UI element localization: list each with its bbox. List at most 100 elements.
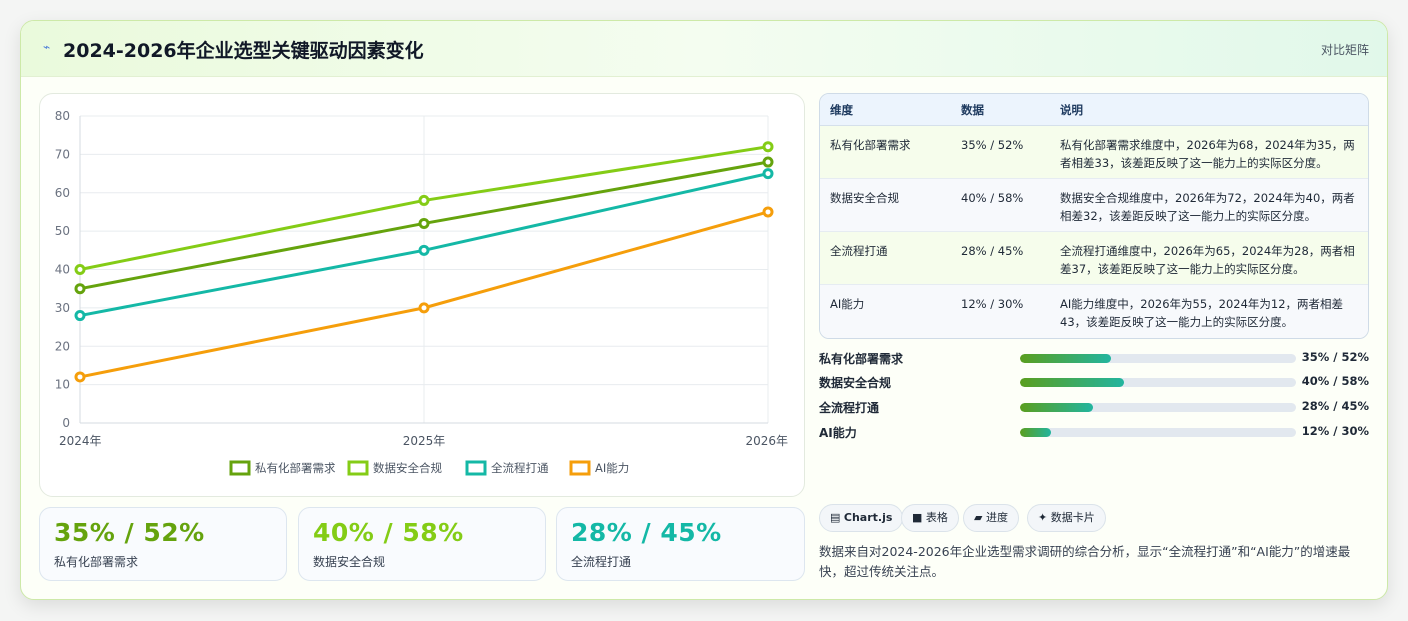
progress-value: 35% / 52% (1301, 350, 1369, 364)
progress-label: 私有化部署需求 (819, 352, 904, 366)
table-row: 数据安全合规 40% / 58% 数据安全合规维度中，2026年为72，2024… (820, 179, 1368, 232)
chip-chartjs[interactable]: ▤ Chart.js (819, 504, 904, 532)
dashboard-card: ⌁ 2024-2026年企业选型关键驱动因素变化 对比矩阵 0 10 20 30 40 5… (20, 20, 1388, 600)
chip-label: 数据卡片 (1050, 511, 1095, 524)
table-cell-description: 私有化部署需求维度中，2026年为68，2024年为35，两者相差33，该差距反… (1050, 126, 1368, 179)
line-chart-panel: 0 10 20 30 40 50 60 70 80 2024年 2025年 2026年私有化部署需求 数… (39, 93, 805, 497)
progress-track (1020, 378, 1296, 387)
kpi-value: 35% / 52% (54, 518, 205, 547)
table-row: 全流程打通 28% / 45% 全流程打通维度中，2026年为65，2024年为… (820, 232, 1368, 285)
footnote-text: 数据来自对2024-2026年企业选型需求调研的综合分析，显示“全流程打通”和“… (819, 544, 1351, 579)
progress-fill (1020, 354, 1112, 363)
legend-swatch (229, 460, 251, 476)
card-icon: ✦ (1038, 511, 1048, 524)
y-tick-label: 50 (55, 224, 70, 238)
data-point (762, 156, 774, 168)
legend-label: 全流程打通 (491, 461, 549, 475)
y-tick-label: 30 (55, 301, 70, 315)
table-row: 私有化部署需求 35% / 52% 私有化部署需求维度中，2026年为68，20… (820, 126, 1368, 179)
y-tick-label: 40 (55, 263, 70, 277)
progress-fill (1020, 428, 1052, 437)
progress-value: 40% / 58% (1301, 374, 1369, 388)
y-tick-label: 20 (55, 339, 70, 353)
data-point (762, 141, 774, 153)
table-cell-dimension: AI能力 (820, 285, 951, 338)
table-cell-data: 40% / 58% (951, 179, 1050, 232)
data-point (762, 206, 774, 218)
table-cell-dimension: 全流程打通 (820, 232, 951, 285)
table-cell-data: 35% / 52% (951, 126, 1050, 179)
kpi-label: 数据安全合规 (313, 555, 386, 569)
y-tick-label: 70 (55, 147, 70, 161)
y-tick-label: 0 (62, 416, 70, 430)
progress-value: 28% / 45% (1301, 399, 1369, 413)
kpi-card: 35% / 52% 私有化部署需求 (39, 507, 287, 581)
table-cell-description: 数据安全合规维度中，2026年为72，2024年为40，两者相差32，该差距反映… (1050, 179, 1368, 232)
chip-label: Chart.js (843, 511, 893, 524)
chip-data-card[interactable]: ✦ 数据卡片 (1027, 504, 1106, 532)
progress-label: 数据安全合规 (819, 376, 892, 390)
table-header-cell: 说明 (1050, 94, 1368, 126)
table-cell-dimension: 数据安全合规 (820, 179, 951, 232)
chip-progress[interactable]: ▰ 进度 (963, 504, 1019, 532)
progress-track (1020, 428, 1296, 437)
legend-label: AI能力 (595, 461, 629, 475)
progress-label: AI能力 (819, 426, 857, 440)
data-table: 维度 数据 说明 私有化部署需求 35% / 52% 私有化部署需求维度中，20… (819, 93, 1369, 339)
y-tick-label: 60 (55, 186, 70, 200)
data-point (418, 217, 430, 229)
view-mode-label[interactable]: 对比矩阵 (1321, 41, 1369, 58)
kpi-value: 40% / 58% (313, 518, 464, 547)
legend-swatch (569, 460, 591, 476)
chip-table[interactable]: ■ 表格 (901, 504, 959, 532)
y-tick-label: 80 (55, 109, 70, 123)
data-point (74, 371, 86, 383)
data-point (74, 283, 86, 295)
x-tick-label: 2026年 (745, 434, 788, 448)
trend-icon: ⌁ (43, 40, 51, 54)
legend-swatch (347, 460, 369, 476)
x-tick-label: 2025年 (403, 434, 446, 448)
legend-swatch (465, 460, 487, 476)
data-point (418, 244, 430, 256)
table-cell-data: 28% / 45% (951, 232, 1050, 285)
progress-row: 全流程打通 28% / 45% (819, 397, 1369, 417)
card-title: 2024-2026年企业选型关键驱动因素变化 (63, 40, 424, 62)
card-header: ⌁ 2024-2026年企业选型关键驱动因素变化 对比矩阵 (21, 21, 1387, 77)
kpi-label: 私有化部署需求 (54, 555, 139, 569)
progress-row: 私有化部署需求 35% / 52% (819, 348, 1369, 368)
table-cell-description: AI能力维度中，2026年为55，2024年为12，两者相差43，该差距反映了这… (1050, 285, 1368, 338)
progress-row: AI能力 12% / 30% (819, 422, 1369, 442)
table-row: AI能力 12% / 30% AI能力维度中，2026年为55，2024年为12… (820, 285, 1368, 338)
progress-icon: ▰ (974, 511, 983, 524)
data-point (74, 264, 86, 275)
legend-label: 数据安全合规 (373, 461, 442, 475)
progress-row: 数据安全合规 40% / 58% (819, 372, 1369, 392)
table-icon: ■ (912, 511, 923, 524)
table-header-row: 维度 数据 说明 (820, 94, 1368, 126)
table-header-cell: 数据 (951, 94, 1050, 126)
progress-fill (1020, 378, 1124, 387)
kpi-label: 全流程打通 (571, 555, 632, 569)
data-point (418, 194, 430, 206)
progress-label: 全流程打通 (819, 401, 880, 415)
progress-track (1020, 403, 1296, 412)
kpi-card: 28% / 45% 全流程打通 (556, 507, 805, 581)
progress-track (1020, 354, 1296, 363)
data-point (418, 302, 430, 314)
data-point (762, 168, 774, 180)
table-cell-dimension: 私有化部署需求 (820, 126, 951, 179)
legend-label: 私有化部署需求 (255, 461, 336, 475)
table-cell-data: 12% / 30% (951, 285, 1050, 338)
chip-label: 表格 (925, 511, 948, 524)
kpi-value: 28% / 45% (571, 518, 722, 547)
progress-value: 12% / 30% (1301, 424, 1369, 438)
x-tick-label: 2024年 (59, 434, 102, 448)
chip-label: 进度 (985, 511, 1008, 524)
chart-icon: ▤ (830, 511, 841, 524)
kpi-card: 40% / 58% 数据安全合规 (298, 507, 546, 581)
table-cell-description: 全流程打通维度中，2026年为65，2024年为28，两者相差37，该差距反映了… (1050, 232, 1368, 285)
table-header-cell: 维度 (820, 94, 951, 126)
y-tick-label: 10 (55, 378, 70, 392)
progress-fill (1020, 403, 1093, 412)
